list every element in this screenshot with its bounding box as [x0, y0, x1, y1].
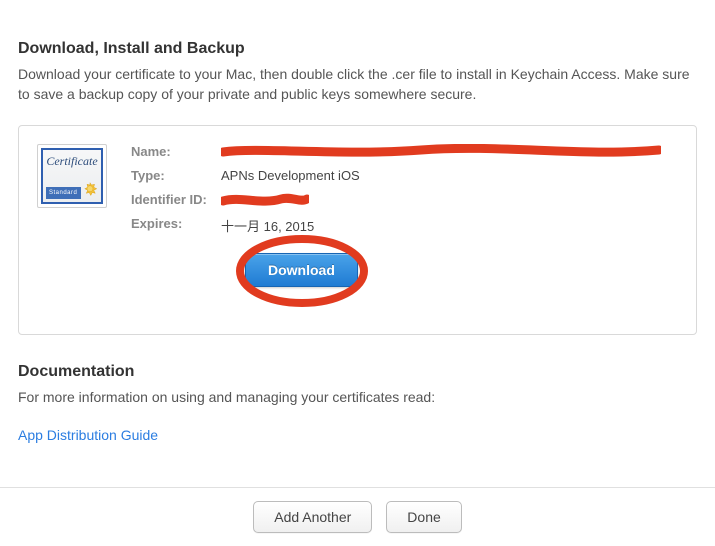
meta-row-expires: Expires: 十一月 16, 2015 [131, 216, 678, 235]
name-value [221, 144, 678, 160]
name-label: Name: [131, 144, 221, 159]
certificate-meta: Name: Type: APNs Development iOS Identif… [131, 144, 678, 287]
certificate-icon-bar-text: Standard [46, 187, 81, 199]
type-label: Type: [131, 168, 221, 183]
expires-value: 十一月 16, 2015 [221, 216, 678, 235]
identifier-value [221, 192, 678, 208]
identifier-label: Identifier ID: [131, 192, 221, 207]
section-title: Download, Install and Backup [18, 40, 697, 58]
certificate-panel: Certificate Standard Name: [18, 125, 697, 335]
meta-row-identifier: Identifier ID: [131, 192, 678, 208]
certificate-icon: Certificate Standard [37, 144, 107, 208]
redaction-mark-icon [221, 144, 661, 158]
section-body: Download your certificate to your Mac, t… [18, 64, 697, 105]
meta-row-type: Type: APNs Development iOS [131, 168, 678, 184]
documentation-title: Documentation [18, 363, 697, 381]
seal-icon [81, 182, 99, 200]
expires-label: Expires: [131, 216, 221, 231]
meta-row-name: Name: [131, 144, 678, 160]
footer-bar: Add Another Done [0, 487, 715, 546]
app-distribution-guide-link[interactable]: App Distribution Guide [18, 427, 158, 443]
download-button[interactable]: Download [245, 253, 358, 287]
type-value: APNs Development iOS [221, 168, 678, 184]
certificate-icon-script: Certificate [43, 154, 101, 169]
redaction-mark-icon [221, 193, 309, 207]
documentation-body: For more information on using and managi… [18, 387, 697, 407]
